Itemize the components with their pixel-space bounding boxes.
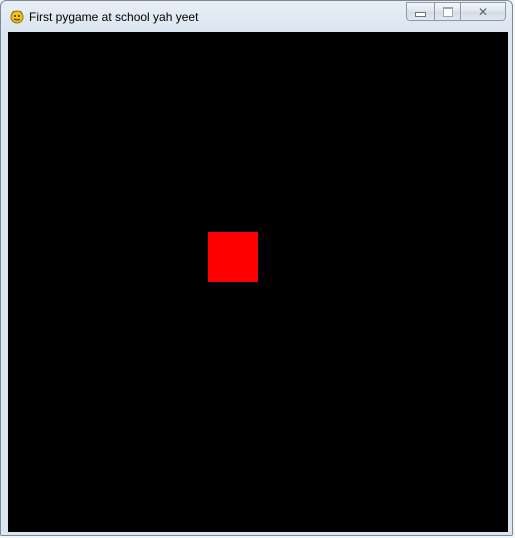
close-icon: ✕ xyxy=(477,4,489,19)
maximize-icon xyxy=(442,6,453,17)
minimize-button[interactable] xyxy=(406,2,434,21)
minimize-icon xyxy=(415,12,426,17)
title-bar[interactable]: First pygame at school yah yeet ✕ xyxy=(1,1,512,31)
pygame-window: First pygame at school yah yeet ✕ xyxy=(0,0,513,536)
maximize-button[interactable] xyxy=(434,2,460,21)
caption-buttons: ✕ xyxy=(406,2,506,21)
player-square xyxy=(208,232,258,282)
close-button[interactable]: ✕ xyxy=(460,2,506,21)
game-canvas[interactable] xyxy=(8,32,508,532)
window-title: First pygame at school yah yeet xyxy=(29,10,199,24)
pygame-snake-icon xyxy=(10,10,24,24)
